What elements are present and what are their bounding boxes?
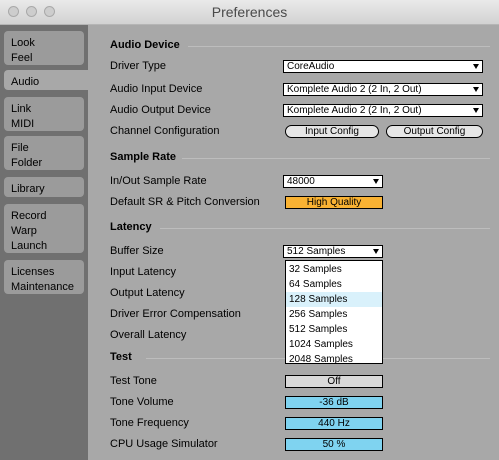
tone-frequency-slider[interactable]: 440 Hz xyxy=(285,417,383,430)
driver-type-dropdown[interactable]: CoreAudio xyxy=(283,60,483,73)
tone-volume-label: Tone Volume xyxy=(110,396,174,408)
section-title-test: Test xyxy=(110,351,132,363)
tab-record-warp-launch[interactable]: Record Warp Launch xyxy=(4,204,84,253)
dropdown-value: 48000 xyxy=(287,176,315,187)
tab-label: File xyxy=(11,142,29,154)
default-conversion-label: Default SR & Pitch Conversion xyxy=(110,196,260,208)
pitch-conversion-toggle[interactable]: High Quality xyxy=(285,196,383,209)
dropdown-value: Komplete Audio 2 (2 In, 2 Out) xyxy=(287,84,422,95)
sample-rate-dropdown[interactable]: 48000 xyxy=(283,175,383,188)
window-title: Preferences xyxy=(211,4,288,20)
overall-latency-label: Overall Latency xyxy=(110,329,187,341)
tab-label: Maintenance xyxy=(11,281,74,293)
section-divider xyxy=(160,228,490,229)
chevron-down-icon xyxy=(373,249,379,254)
buffer-size-label: Buffer Size xyxy=(110,245,164,257)
menu-item-1024-samples[interactable]: 1024 Samples xyxy=(286,337,382,352)
tab-label: Folder xyxy=(11,157,43,169)
audio-input-device-dropdown[interactable]: Komplete Audio 2 (2 In, 2 Out) xyxy=(283,83,483,96)
tab-label: Link xyxy=(11,103,32,115)
test-tone-toggle[interactable]: Off xyxy=(285,375,383,388)
tab-library[interactable]: Library xyxy=(4,177,84,197)
tab-label: Launch xyxy=(11,240,48,252)
menu-item-128-samples[interactable]: 128 Samples xyxy=(286,292,382,307)
output-config-button[interactable]: Output Config xyxy=(386,125,483,138)
tab-label: MIDI xyxy=(11,118,35,130)
dropdown-value: 512 Samples xyxy=(287,246,346,257)
audio-output-device-dropdown[interactable]: Komplete Audio 2 (2 In, 2 Out) xyxy=(283,104,483,117)
tab-audio[interactable]: Audio xyxy=(4,70,88,90)
driver-type-label: Driver Type xyxy=(110,60,167,72)
tone-frequency-label: Tone Frequency xyxy=(110,417,189,429)
menu-item-512-samples[interactable]: 512 Samples xyxy=(286,322,382,337)
tab-look-feel[interactable]: Look Feel xyxy=(4,31,84,65)
menu-item-256-samples[interactable]: 256 Samples xyxy=(286,307,382,322)
tab-label: Licenses xyxy=(11,266,55,278)
input-config-button[interactable]: Input Config xyxy=(285,125,379,138)
section-divider xyxy=(182,158,490,159)
audio-output-device-label: Audio Output Device xyxy=(110,104,211,116)
dropdown-value: CoreAudio xyxy=(287,61,335,72)
tab-licenses-maintenance[interactable]: Licenses Maintenance xyxy=(4,260,84,294)
section-title-audio-device: Audio Device xyxy=(110,39,180,51)
test-tone-label: Test Tone xyxy=(110,375,157,387)
tab-link-midi[interactable]: Link MIDI xyxy=(4,97,84,131)
output-latency-label: Output Latency xyxy=(110,287,185,299)
menu-item-2048-samples[interactable]: 2048 Samples xyxy=(286,352,382,367)
audio-preferences-panel: Audio Device Driver Type CoreAudio Audio… xyxy=(88,25,499,460)
menu-item-32-samples[interactable]: 32 Samples xyxy=(286,262,382,277)
chevron-down-icon xyxy=(373,179,379,184)
tab-label: Warp xyxy=(11,225,37,237)
driver-error-compensation-label: Driver Error Compensation xyxy=(110,308,241,320)
section-divider xyxy=(188,46,490,47)
preferences-sidebar: Look Feel Audio Link MIDI File Folder Li… xyxy=(0,25,88,460)
cpu-usage-simulator-label: CPU Usage Simulator xyxy=(110,438,218,450)
channel-configuration-label: Channel Configuration xyxy=(110,125,220,137)
tab-label: Look xyxy=(11,37,35,49)
section-title-sample-rate: Sample Rate xyxy=(110,151,177,163)
title-bar: Preferences xyxy=(0,0,499,25)
menu-item-64-samples[interactable]: 64 Samples xyxy=(286,277,382,292)
buffer-size-menu: 32 Samples 64 Samples 128 Samples 256 Sa… xyxy=(285,260,383,367)
tone-volume-slider[interactable]: -36 dB xyxy=(285,396,383,409)
tab-file-folder[interactable]: File Folder xyxy=(4,136,84,170)
chevron-down-icon xyxy=(473,108,479,113)
tab-label: Record xyxy=(11,210,47,222)
section-title-latency: Latency xyxy=(110,221,152,233)
in-out-sample-rate-label: In/Out Sample Rate xyxy=(110,175,207,187)
input-latency-label: Input Latency xyxy=(110,266,177,278)
dropdown-value: Komplete Audio 2 (2 In, 2 Out) xyxy=(287,105,422,116)
cpu-usage-simulator-slider[interactable]: 50 % xyxy=(285,438,383,451)
tab-label: Library xyxy=(11,183,45,195)
tab-label: Feel xyxy=(11,52,33,64)
buffer-size-dropdown[interactable]: 512 Samples xyxy=(283,245,383,258)
chevron-down-icon xyxy=(473,64,479,69)
audio-input-device-label: Audio Input Device xyxy=(110,83,203,95)
tab-label: Audio xyxy=(11,76,40,88)
chevron-down-icon xyxy=(473,87,479,92)
